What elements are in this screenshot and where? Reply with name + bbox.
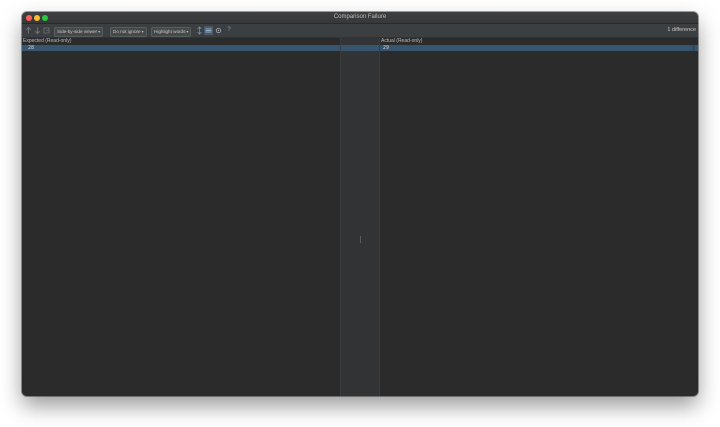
ignore-mode-label: Do not ignore [113, 28, 141, 34]
highlight-mode-dropdown[interactable]: Highlight words▾ [151, 26, 192, 37]
jump-to-source-icon[interactable] [43, 26, 50, 35]
window-title: Comparison Failure [333, 14, 387, 20]
splitter-handle[interactable] [360, 236, 361, 243]
help-icon[interactable]: ? [226, 26, 232, 35]
next-difference-icon[interactable] [34, 26, 41, 35]
diff-divider-gutter[interactable] [340, 38, 380, 396]
ignore-whitespace-dropdown[interactable]: Do not ignore▾ [110, 26, 147, 37]
scrollbar-change-marker[interactable] [692, 44, 695, 51]
viewer-mode-label: Side-by-side viewer [57, 28, 98, 34]
chevron-down-icon: ▾ [141, 28, 144, 34]
expected-pane[interactable]: Expected (Read-only) 28 [22, 38, 340, 396]
chevron-down-icon: ▾ [186, 28, 189, 34]
comparison-failure-window: Comparison Failure Side-by-side viewer▾ … [22, 12, 698, 396]
actual-pane[interactable]: Actual (Read-only) 29 [380, 38, 698, 396]
title-bar: Comparison Failure [22, 12, 698, 24]
actual-pane-header: Actual (Read-only) [381, 38, 423, 44]
changed-line: 28 [22, 44, 340, 51]
diff-toolbar: Side-by-side viewer▾ Do not ignore▾ High… [22, 24, 698, 38]
actual-line-text[interactable]: 29 [383, 45, 389, 51]
changed-line: 29 [380, 44, 698, 51]
highlight-mode-label: Highlight words [154, 28, 186, 34]
chevron-down-icon: ▾ [98, 28, 101, 34]
change-connector [341, 44, 379, 51]
expected-pane-header: Expected (Read-only) [23, 38, 72, 44]
prev-difference-icon[interactable] [25, 26, 32, 35]
collapse-unchanged-icon[interactable] [204, 26, 213, 35]
viewer-mode-dropdown[interactable]: Side-by-side viewer▾ [54, 26, 104, 37]
settings-icon[interactable] [215, 26, 222, 35]
expected-line-text[interactable]: 28 [28, 45, 34, 51]
sync-scroll-icon[interactable] [196, 26, 203, 35]
difference-count: 1 difference [667, 27, 696, 33]
